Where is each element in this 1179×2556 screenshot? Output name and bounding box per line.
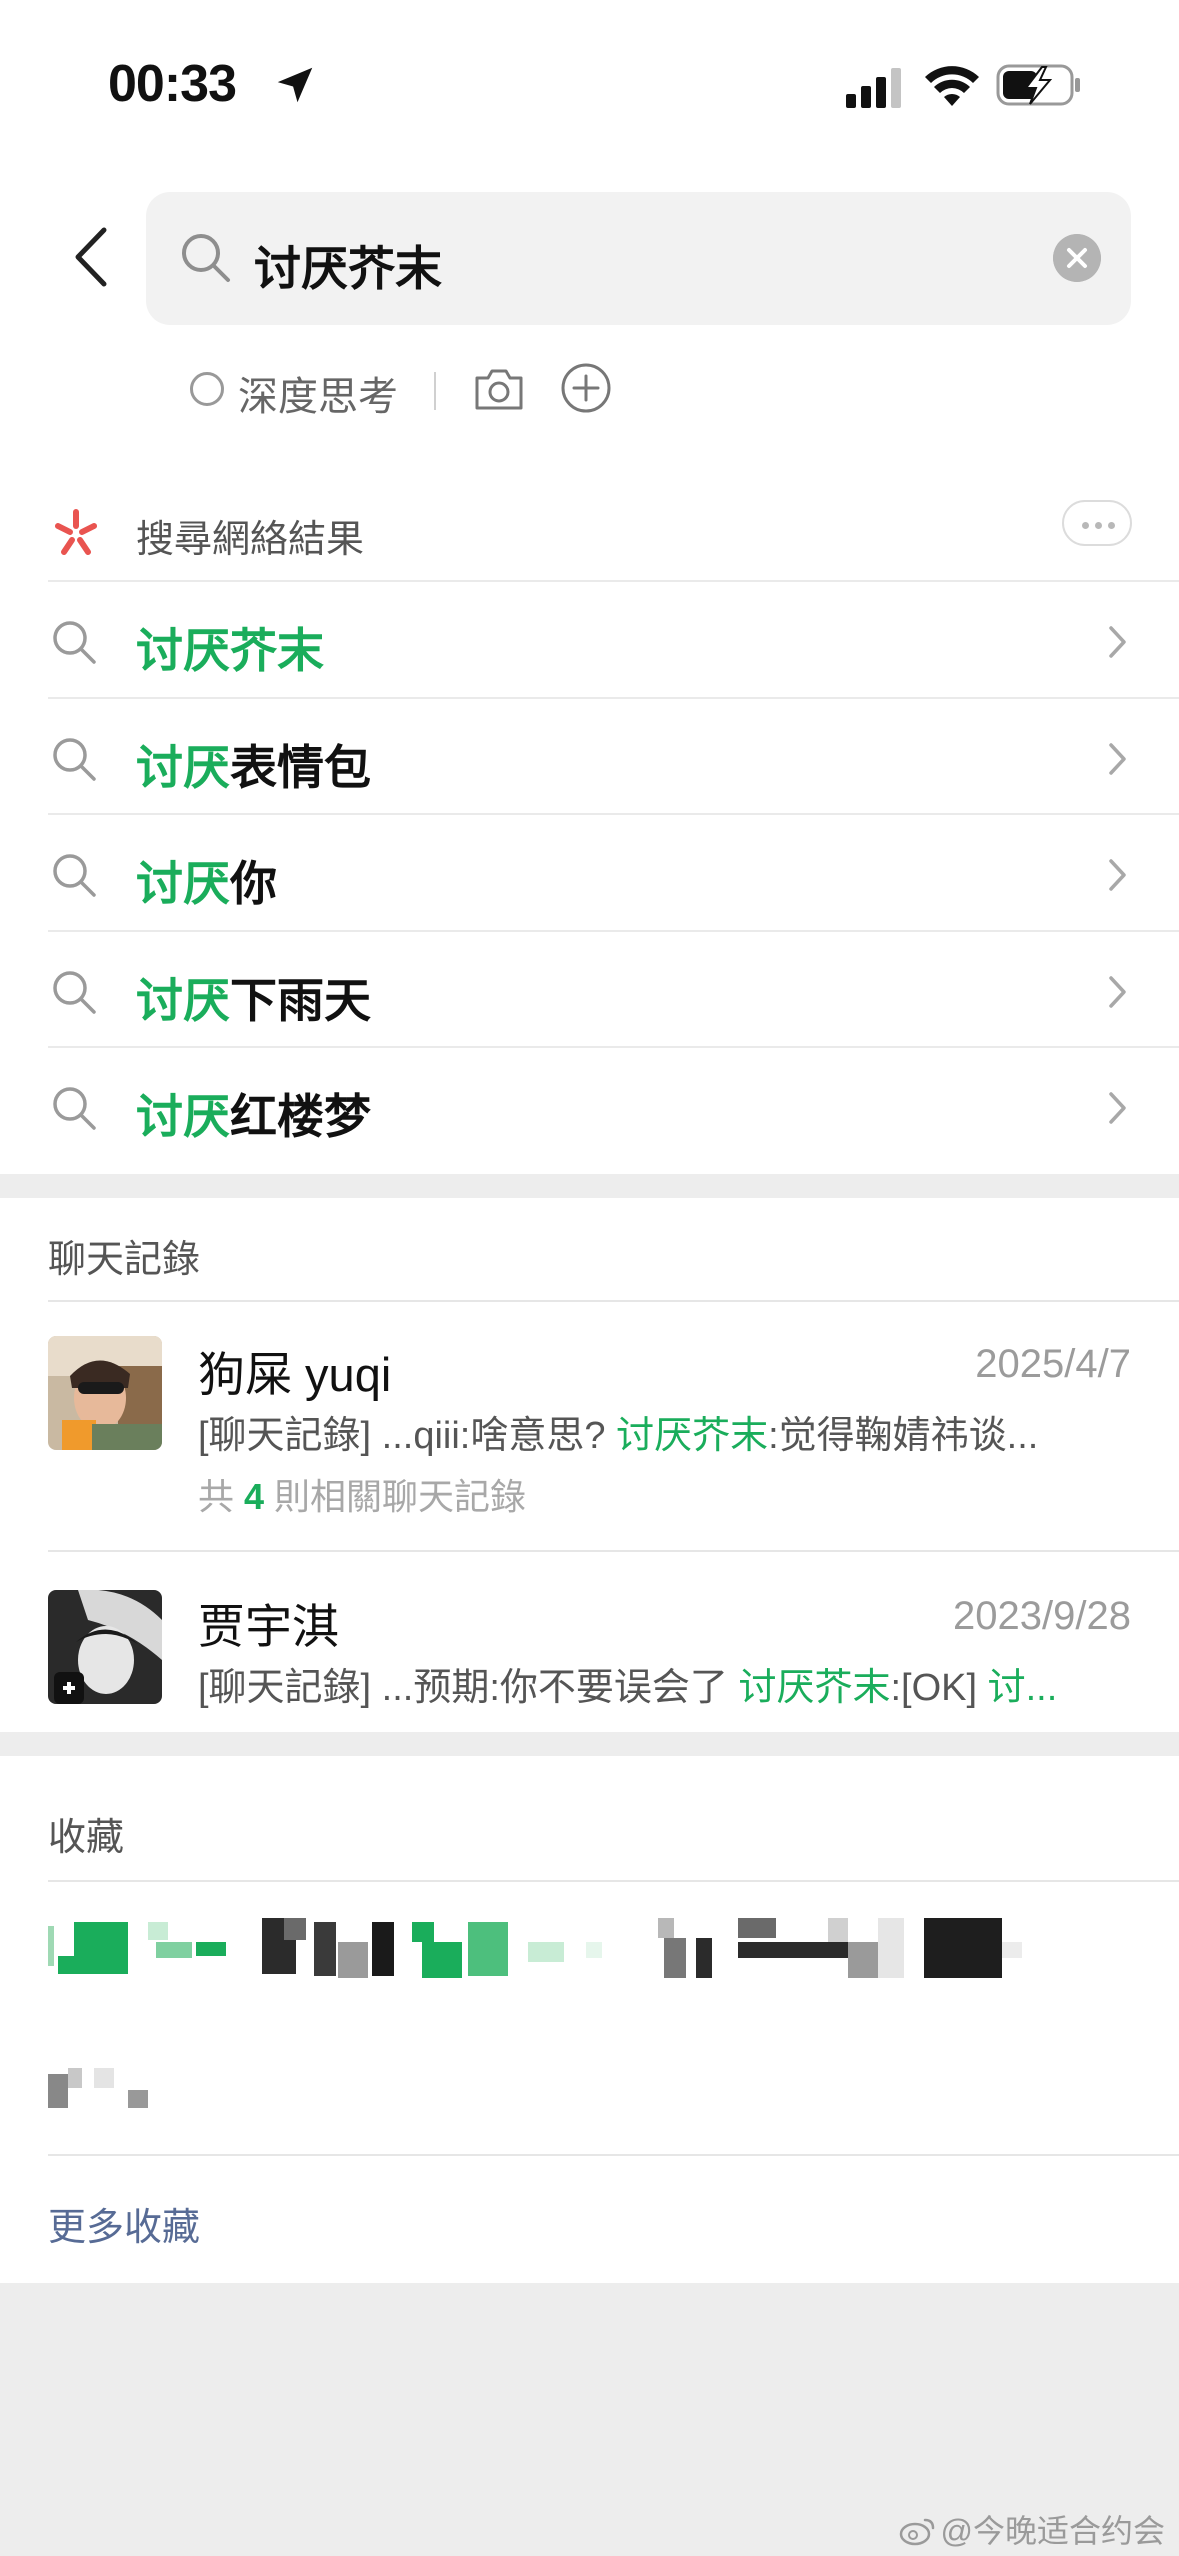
suggestion-rest: 下雨天 bbox=[230, 973, 371, 1027]
clear-search-button[interactable] bbox=[1053, 234, 1101, 282]
sou-yi-sou-icon bbox=[55, 509, 97, 555]
pixelated-favorite-meta bbox=[48, 2068, 148, 2108]
related-records-count: 共 4 則相關聊天記錄 bbox=[198, 1468, 526, 1520]
chevron-right-icon bbox=[1109, 1092, 1126, 1124]
suggestion-highlight: 讨厌 bbox=[136, 1090, 230, 1143]
section-separator bbox=[0, 1732, 1179, 1756]
pixelated-favorite-content[interactable] bbox=[48, 1918, 1028, 1982]
status-bar: 00:33 bbox=[0, 0, 1179, 170]
search-icon bbox=[53, 737, 96, 781]
chat-date: 2025/4/7 bbox=[975, 1342, 1131, 1386]
snippet-highlight: 讨... bbox=[987, 1667, 1058, 1709]
watermark-text: @今晚适合约会 bbox=[940, 2513, 1166, 2549]
suggestion-text: 讨厌你 bbox=[136, 845, 277, 914]
weibo-icon bbox=[899, 2518, 934, 2546]
chevron-right-icon bbox=[1109, 859, 1126, 891]
battery-charging-icon bbox=[996, 64, 1080, 106]
watermark: @今晚适合约会 bbox=[899, 2506, 1166, 2552]
search-icon bbox=[53, 854, 96, 897]
suggestion-text: 讨厌芥末 bbox=[136, 612, 324, 681]
count-text: 共 bbox=[198, 1476, 245, 1517]
chat-date: 2023/9/28 bbox=[953, 1594, 1131, 1638]
search-suggestion-item[interactable]: 讨厌你 bbox=[48, 813, 1179, 930]
snippet-text: [聊天記錄] ...预期:你不要误会了 bbox=[198, 1667, 739, 1709]
snippet-text: :觉得鞠婧祎谈... bbox=[768, 1415, 1039, 1457]
wifi-icon bbox=[925, 66, 979, 106]
search-icon bbox=[53, 970, 96, 1014]
count-number: 4 bbox=[244, 1476, 265, 1517]
count-text: 則相關聊天記錄 bbox=[264, 1476, 527, 1517]
snippet-text: [聊天記錄] ...qiii:啥意思? bbox=[198, 1415, 617, 1457]
location-arrow-icon bbox=[277, 67, 313, 103]
search-suggestion-item[interactable]: 讨厌红楼梦 bbox=[48, 1046, 1179, 1163]
avatar bbox=[48, 1590, 162, 1704]
chevron-right-icon bbox=[1109, 975, 1126, 1008]
chat-record-item[interactable]: 狗屎 yuqi 2025/4/7 [聊天記錄] ...qiii:啥意思? 讨厌芥… bbox=[0, 1300, 1179, 1550]
suggestion-text: 讨厌表情包 bbox=[136, 729, 371, 798]
search-icon bbox=[182, 234, 230, 282]
search-field[interactable]: 讨厌芥末 bbox=[146, 192, 1131, 325]
deep-think-label[interactable]: 深度思考 bbox=[238, 364, 398, 422]
cellular-signal-icon bbox=[846, 68, 901, 108]
add-circle-icon[interactable] bbox=[560, 362, 612, 414]
camera-icon[interactable] bbox=[472, 364, 526, 414]
search-suggestion-item[interactable]: 讨厌表情包 bbox=[48, 696, 1179, 814]
chat-snippet: [聊天記錄] ...预期:你不要误会了 讨厌芥末:[OK] 讨... bbox=[198, 1656, 1118, 1711]
chevron-right-icon bbox=[1109, 626, 1126, 658]
suggestion-text: 讨厌下雨天 bbox=[136, 962, 371, 1031]
snippet-highlight: 讨厌芥末 bbox=[738, 1667, 891, 1709]
options-divider bbox=[434, 372, 436, 410]
chat-name: 贾宇淇 bbox=[198, 1600, 339, 1653]
suggestion-highlight: 讨厌 bbox=[136, 740, 230, 794]
suggestion-rest: 表情包 bbox=[230, 740, 371, 794]
suggestion-rest: 红楼梦 bbox=[230, 1090, 371, 1143]
suggestion-list: 讨厌芥末 讨厌表情包 讨厌你 讨厌下雨天 讨厌红楼梦 bbox=[48, 580, 1179, 1163]
search-suggestion-item[interactable]: 讨厌下雨天 bbox=[48, 929, 1179, 1047]
chevron-right-icon bbox=[1109, 742, 1126, 775]
avatar bbox=[48, 1336, 162, 1450]
more-favorites-link[interactable]: 更多收藏 bbox=[48, 2196, 200, 2251]
search-icon bbox=[53, 621, 96, 664]
suggestion-highlight: 讨厌芥末 bbox=[136, 624, 324, 677]
favorites-title: 收藏 bbox=[48, 1817, 125, 1859]
back-button[interactable] bbox=[62, 222, 122, 292]
search-icon bbox=[53, 1087, 96, 1130]
search-query-text[interactable]: 讨厌芥末 bbox=[254, 230, 442, 299]
divider bbox=[48, 2154, 1179, 2156]
suggestion-highlight: 讨厌 bbox=[136, 857, 230, 910]
chat-snippet: [聊天記錄] ...qiii:啥意思? 讨厌芥末:觉得鞠婧祎谈... bbox=[198, 1404, 1118, 1459]
suggestion-rest: 你 bbox=[230, 857, 277, 910]
search-suggestion-item[interactable]: 讨厌芥末 bbox=[48, 580, 1179, 697]
web-results-header: 搜尋網絡結果 bbox=[48, 498, 1179, 578]
chat-records-title: 聊天記錄 bbox=[48, 1239, 201, 1281]
chat-record-item[interactable]: 贾宇淇 2023/9/28 [聊天記錄] ...预期:你不要误会了 讨厌芥末:[… bbox=[0, 1552, 1179, 1732]
chat-name: 狗屎 yuqi bbox=[198, 1348, 392, 1401]
web-results-title: 搜尋網絡結果 bbox=[136, 519, 365, 561]
section-separator bbox=[0, 1174, 1179, 1198]
suggestion-text: 讨厌红楼梦 bbox=[136, 1078, 371, 1147]
status-time: 00:33 bbox=[108, 55, 237, 113]
more-options-button[interactable] bbox=[1062, 500, 1132, 546]
divider bbox=[48, 1880, 1179, 1882]
suggestion-highlight: 讨厌 bbox=[136, 973, 230, 1027]
snippet-highlight: 讨厌芥末 bbox=[616, 1415, 769, 1457]
snippet-text: :[OK] bbox=[890, 1667, 988, 1709]
deep-think-radio[interactable] bbox=[190, 372, 224, 406]
